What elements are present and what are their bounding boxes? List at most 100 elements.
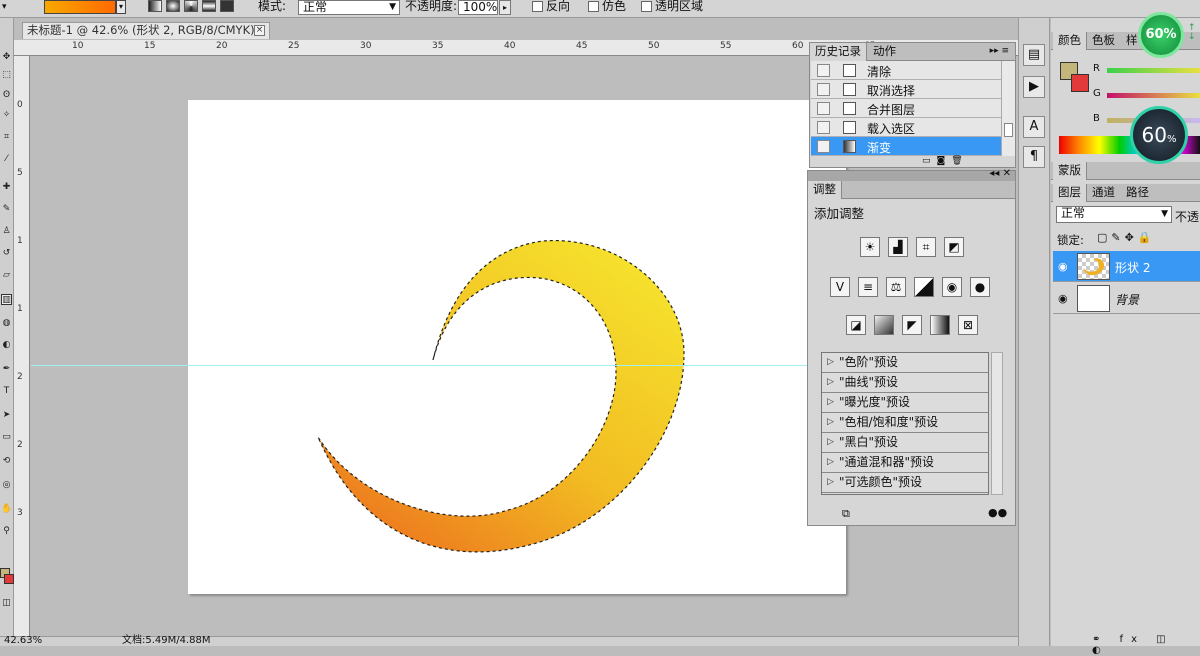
preset-item[interactable]: ▷ "色相/饱和度"预设	[822, 413, 988, 433]
brush-tool-icon[interactable]: ✎	[1, 204, 12, 215]
color-balance-icon[interactable]: ⚖	[886, 277, 906, 297]
invert-icon[interactable]: ◪	[846, 315, 866, 335]
document-canvas[interactable]	[188, 100, 846, 594]
reverse-checkbox[interactable]	[532, 1, 543, 12]
preset-item[interactable]: ▷ "通道混和器"预设	[822, 453, 988, 473]
history-item[interactable]: 载入选区	[811, 118, 1011, 137]
tab-channels[interactable]: 通道	[1087, 184, 1120, 202]
history-toggle[interactable]	[817, 102, 830, 115]
shape-tool-icon[interactable]: ▭	[1, 432, 12, 443]
history-toggle[interactable]	[817, 140, 830, 153]
background-color-swatch[interactable]	[1071, 74, 1089, 92]
gradient-map-icon[interactable]	[930, 315, 950, 335]
horizontal-guide[interactable]	[31, 365, 809, 366]
brightness-icon[interactable]: ☀	[860, 237, 880, 257]
gradient-tool-icon[interactable]: ▥	[1, 294, 12, 305]
vibrance-icon[interactable]: V	[830, 277, 850, 297]
posterize-icon[interactable]	[874, 315, 894, 335]
blur-tool-icon[interactable]: ◍	[1, 318, 12, 329]
actions-dock-icon[interactable]: ▶	[1023, 76, 1045, 98]
history-dock-icon[interactable]: ▤	[1023, 44, 1045, 66]
tab-actions[interactable]: 动作	[868, 43, 901, 61]
history-footer-icons[interactable]: ▭◙🗑	[922, 156, 969, 166]
dither-checkbox[interactable]	[588, 1, 599, 12]
history-brush-tool-icon[interactable]: ↺	[1, 248, 12, 259]
selective-color-icon[interactable]: ⊠	[958, 315, 978, 335]
eraser-tool-icon[interactable]: ▱	[1, 270, 12, 281]
preset-item[interactable]: ▷ "黑白"预设	[822, 433, 988, 453]
opacity-input[interactable]: 100%	[458, 0, 498, 15]
visibility-eye-icon[interactable]: ◉	[1058, 292, 1068, 305]
pen-tool-icon[interactable]: ✒	[1, 364, 12, 375]
blend-mode-select[interactable]: 正常 ▼	[1056, 206, 1172, 223]
background-color-swatch[interactable]	[4, 574, 14, 584]
history-item[interactable]: 取消选择	[811, 80, 1011, 99]
3d-orbit-tool-icon[interactable]: ◎	[1, 480, 12, 491]
performance-badge-small[interactable]: 60%	[1138, 12, 1184, 58]
tab-layers[interactable]: 图层	[1053, 184, 1087, 202]
linear-gradient-button[interactable]	[148, 0, 162, 12]
magic-wand-tool-icon[interactable]: ✧	[1, 110, 12, 121]
eyedropper-tool-icon[interactable]: ⁄	[1, 154, 12, 165]
history-toggle[interactable]	[817, 121, 830, 134]
history-item-selected[interactable]: 渐变	[811, 137, 1011, 156]
close-icon[interactable]: ×	[254, 25, 265, 36]
tab-paths[interactable]: 路径	[1121, 184, 1154, 202]
preset-item[interactable]: ▷ "曝光度"预设	[822, 393, 988, 413]
preset-item[interactable]: ▷ "可选颜色"预设	[822, 473, 988, 493]
move-tool-icon[interactable]: ✥	[1, 52, 12, 63]
presets-scrollbar[interactable]	[991, 352, 1003, 495]
history-item[interactable]: 清除	[811, 61, 1011, 80]
tab-adjustments[interactable]: 调整	[808, 181, 842, 199]
hue-saturation-icon[interactable]: ≡	[858, 277, 878, 297]
paragraph-dock-icon[interactable]: ¶	[1023, 146, 1045, 168]
tab-color[interactable]: 颜色	[1053, 32, 1087, 50]
quick-mask-icon[interactable]: ◫	[1, 598, 12, 609]
curves-icon[interactable]: ⌗	[916, 237, 936, 257]
history-item[interactable]: 合并图层	[811, 99, 1011, 118]
preset-item[interactable]: ▷ "曲线"预设	[822, 373, 988, 393]
expand-view-icon[interactable]: ●●	[988, 506, 1007, 519]
crop-tool-icon[interactable]: ⌗	[1, 132, 12, 143]
g-slider[interactable]	[1107, 93, 1200, 98]
document-tab[interactable]: 未标题-1 @ 42.6% (形状 2, RGB/8/CMYK) * ×	[22, 22, 270, 39]
character-dock-icon[interactable]: A	[1023, 116, 1045, 138]
zoom-tool-icon[interactable]: ⚲	[1, 526, 12, 537]
panel-menu-icon[interactable]: ▸▸ ≡	[990, 46, 1009, 56]
dodge-tool-icon[interactable]: ◐	[1, 340, 12, 351]
layer-row-background[interactable]: ◉ 背景	[1053, 283, 1200, 314]
history-toggle[interactable]	[817, 83, 830, 96]
path-selection-tool-icon[interactable]: ➤	[1, 410, 12, 421]
healing-tool-icon[interactable]: ✚	[1, 182, 12, 193]
marquee-tool-icon[interactable]: ⬚	[1, 70, 12, 81]
layers-footer-icons[interactable]: ⚭ fx ◫ ◐	[1092, 634, 1200, 656]
photo-filter-icon[interactable]: ◉	[942, 277, 962, 297]
panel-drag-bar[interactable]: ◂◂ ✕	[808, 168, 1015, 181]
r-slider[interactable]	[1107, 68, 1200, 73]
3d-rotate-tool-icon[interactable]: ⟲	[1, 456, 12, 467]
reflected-gradient-button[interactable]	[202, 0, 216, 12]
mode-select[interactable]: 正常 ▼	[298, 0, 400, 15]
opacity-slider-button[interactable]: ▸	[499, 0, 511, 15]
gradient-dropdown[interactable]: ▾	[116, 0, 126, 14]
layer-row-shape[interactable]: ◉ 形状 2	[1053, 251, 1200, 282]
hand-tool-icon[interactable]: ✋	[1, 504, 12, 515]
black-white-icon[interactable]	[914, 277, 934, 297]
scrollbar-thumb[interactable]	[1004, 123, 1013, 137]
zoom-level[interactable]: 42.63%	[4, 636, 42, 646]
angle-gradient-button[interactable]	[184, 0, 198, 12]
tab-swatches[interactable]: 色板	[1087, 32, 1120, 50]
type-tool-icon[interactable]: T	[1, 386, 12, 397]
gradient-picker[interactable]	[44, 0, 116, 14]
stamp-tool-icon[interactable]: ♙	[1, 226, 12, 237]
channel-mixer-icon[interactable]: ●	[970, 277, 990, 297]
threshold-icon[interactable]: ◤	[902, 315, 922, 335]
tab-history[interactable]: 历史记录	[810, 43, 867, 61]
preset-item[interactable]: ▷ "色阶"预设	[822, 353, 988, 373]
diamond-gradient-button[interactable]	[220, 0, 234, 12]
lock-icons[interactable]: ▢✎✥🔒	[1097, 231, 1156, 244]
exposure-icon[interactable]: ◩	[944, 237, 964, 257]
lasso-tool-icon[interactable]: ʘ	[1, 90, 12, 101]
tool-preset-arrow[interactable]: ▾	[2, 2, 7, 12]
clip-to-layer-icon[interactable]: ⧉	[842, 507, 850, 521]
